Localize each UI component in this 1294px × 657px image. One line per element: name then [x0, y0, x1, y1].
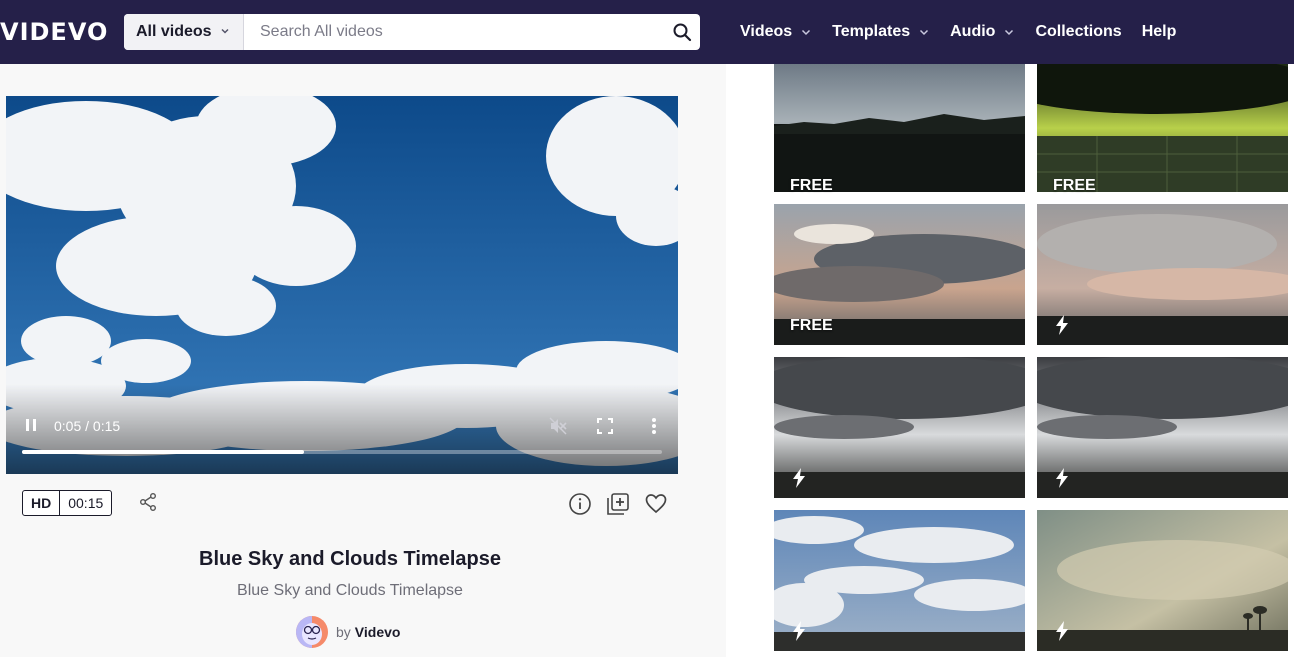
free-badge: FREE	[790, 317, 833, 334]
video-detail-panel: 0:05 / 0:15 HD 00:15 Blue Sky and Clouds…	[0, 64, 726, 657]
search-scope-label: All videos	[136, 23, 212, 40]
author-row[interactable]: by Videvo	[296, 616, 400, 648]
search-input[interactable]	[260, 22, 660, 42]
more-options-icon[interactable]	[650, 416, 658, 436]
nav-templates-label: Templates	[832, 23, 911, 40]
video-subtitle: Blue Sky and Clouds Timelapse	[237, 582, 463, 599]
nav-collections-label: Collections	[1035, 23, 1122, 40]
duration-label: 00:15	[68, 495, 104, 511]
free-badge: FREE	[790, 177, 833, 194]
heart-icon[interactable]	[644, 492, 668, 516]
playback-time: 0:05 / 0:15	[54, 418, 121, 434]
by-label: by	[336, 624, 351, 640]
video-actions	[568, 492, 682, 516]
video-title: Blue Sky and Clouds Timelapse	[199, 548, 501, 570]
search-icon[interactable]	[672, 22, 692, 42]
thumbnail-image	[1037, 510, 1288, 651]
related-video-thumb[interactable]: FREE	[1037, 64, 1288, 205]
fullscreen-icon[interactable]	[596, 417, 614, 435]
premium-bolt-icon	[793, 468, 805, 488]
progress-fill	[22, 450, 304, 454]
thumbnail-image	[1037, 204, 1288, 345]
quality-label: HD	[23, 491, 61, 515]
nav-videos[interactable]: Videos	[740, 23, 812, 41]
related-video-thumb[interactable]	[1037, 204, 1288, 345]
premium-bolt-icon	[1056, 468, 1068, 488]
main-nav: Videos Templates Audio Collections Help	[740, 0, 1196, 64]
search-bar: All videos	[124, 14, 700, 50]
related-video-thumb[interactable]	[1037, 357, 1288, 498]
related-video-thumb[interactable]: FREE	[774, 64, 1025, 205]
related-video-thumb[interactable]	[774, 357, 1025, 498]
quality-duration-badge: HD 00:15	[22, 490, 113, 516]
thumbnail-image	[1037, 64, 1288, 192]
nav-help[interactable]: Help	[1142, 23, 1177, 41]
premium-bolt-icon	[1056, 315, 1068, 335]
related-video-thumb[interactable]: FREE	[774, 204, 1025, 345]
chevron-down-icon	[1005, 29, 1014, 36]
avatar	[296, 616, 328, 648]
info-icon[interactable]	[568, 492, 592, 516]
search-scope-select[interactable]: All videos	[124, 14, 244, 50]
chevron-down-icon	[920, 29, 929, 36]
thumbnail-image	[774, 510, 1025, 651]
muted-volume-icon[interactable]	[548, 416, 568, 436]
videvo-logo[interactable]: VIDEVO	[0, 18, 108, 46]
nav-help-label: Help	[1141, 23, 1177, 40]
thumbnail-image	[774, 357, 1025, 498]
author-name[interactable]: Videvo	[355, 624, 401, 640]
share-icon[interactable]	[138, 492, 158, 512]
progress-bar[interactable]	[22, 450, 662, 454]
free-badge: FREE	[1053, 177, 1096, 194]
premium-bolt-icon	[1056, 621, 1068, 641]
add-to-collection-icon[interactable]	[606, 492, 630, 516]
related-video-thumb[interactable]	[1037, 510, 1288, 651]
chevron-down-icon	[802, 29, 811, 36]
pause-icon[interactable]	[24, 418, 38, 432]
nav-audio[interactable]: Audio	[950, 23, 1015, 41]
related-videos-grid: FREE FREE FREE	[774, 64, 1288, 657]
top-navbar: VIDEVO All videos Videos Templates Audio…	[0, 0, 1294, 64]
nav-collections[interactable]: Collections	[1035, 23, 1121, 41]
related-video-thumb[interactable]	[774, 510, 1025, 651]
thumbnail-image	[1037, 357, 1288, 498]
premium-bolt-icon	[793, 621, 805, 641]
thumbnail-image	[774, 64, 1025, 192]
nav-videos-label: Videos	[740, 23, 793, 40]
nav-audio-label: Audio	[950, 23, 996, 40]
chevron-down-icon	[221, 28, 229, 34]
video-player[interactable]: 0:05 / 0:15	[6, 96, 678, 474]
nav-templates[interactable]: Templates	[832, 23, 930, 41]
